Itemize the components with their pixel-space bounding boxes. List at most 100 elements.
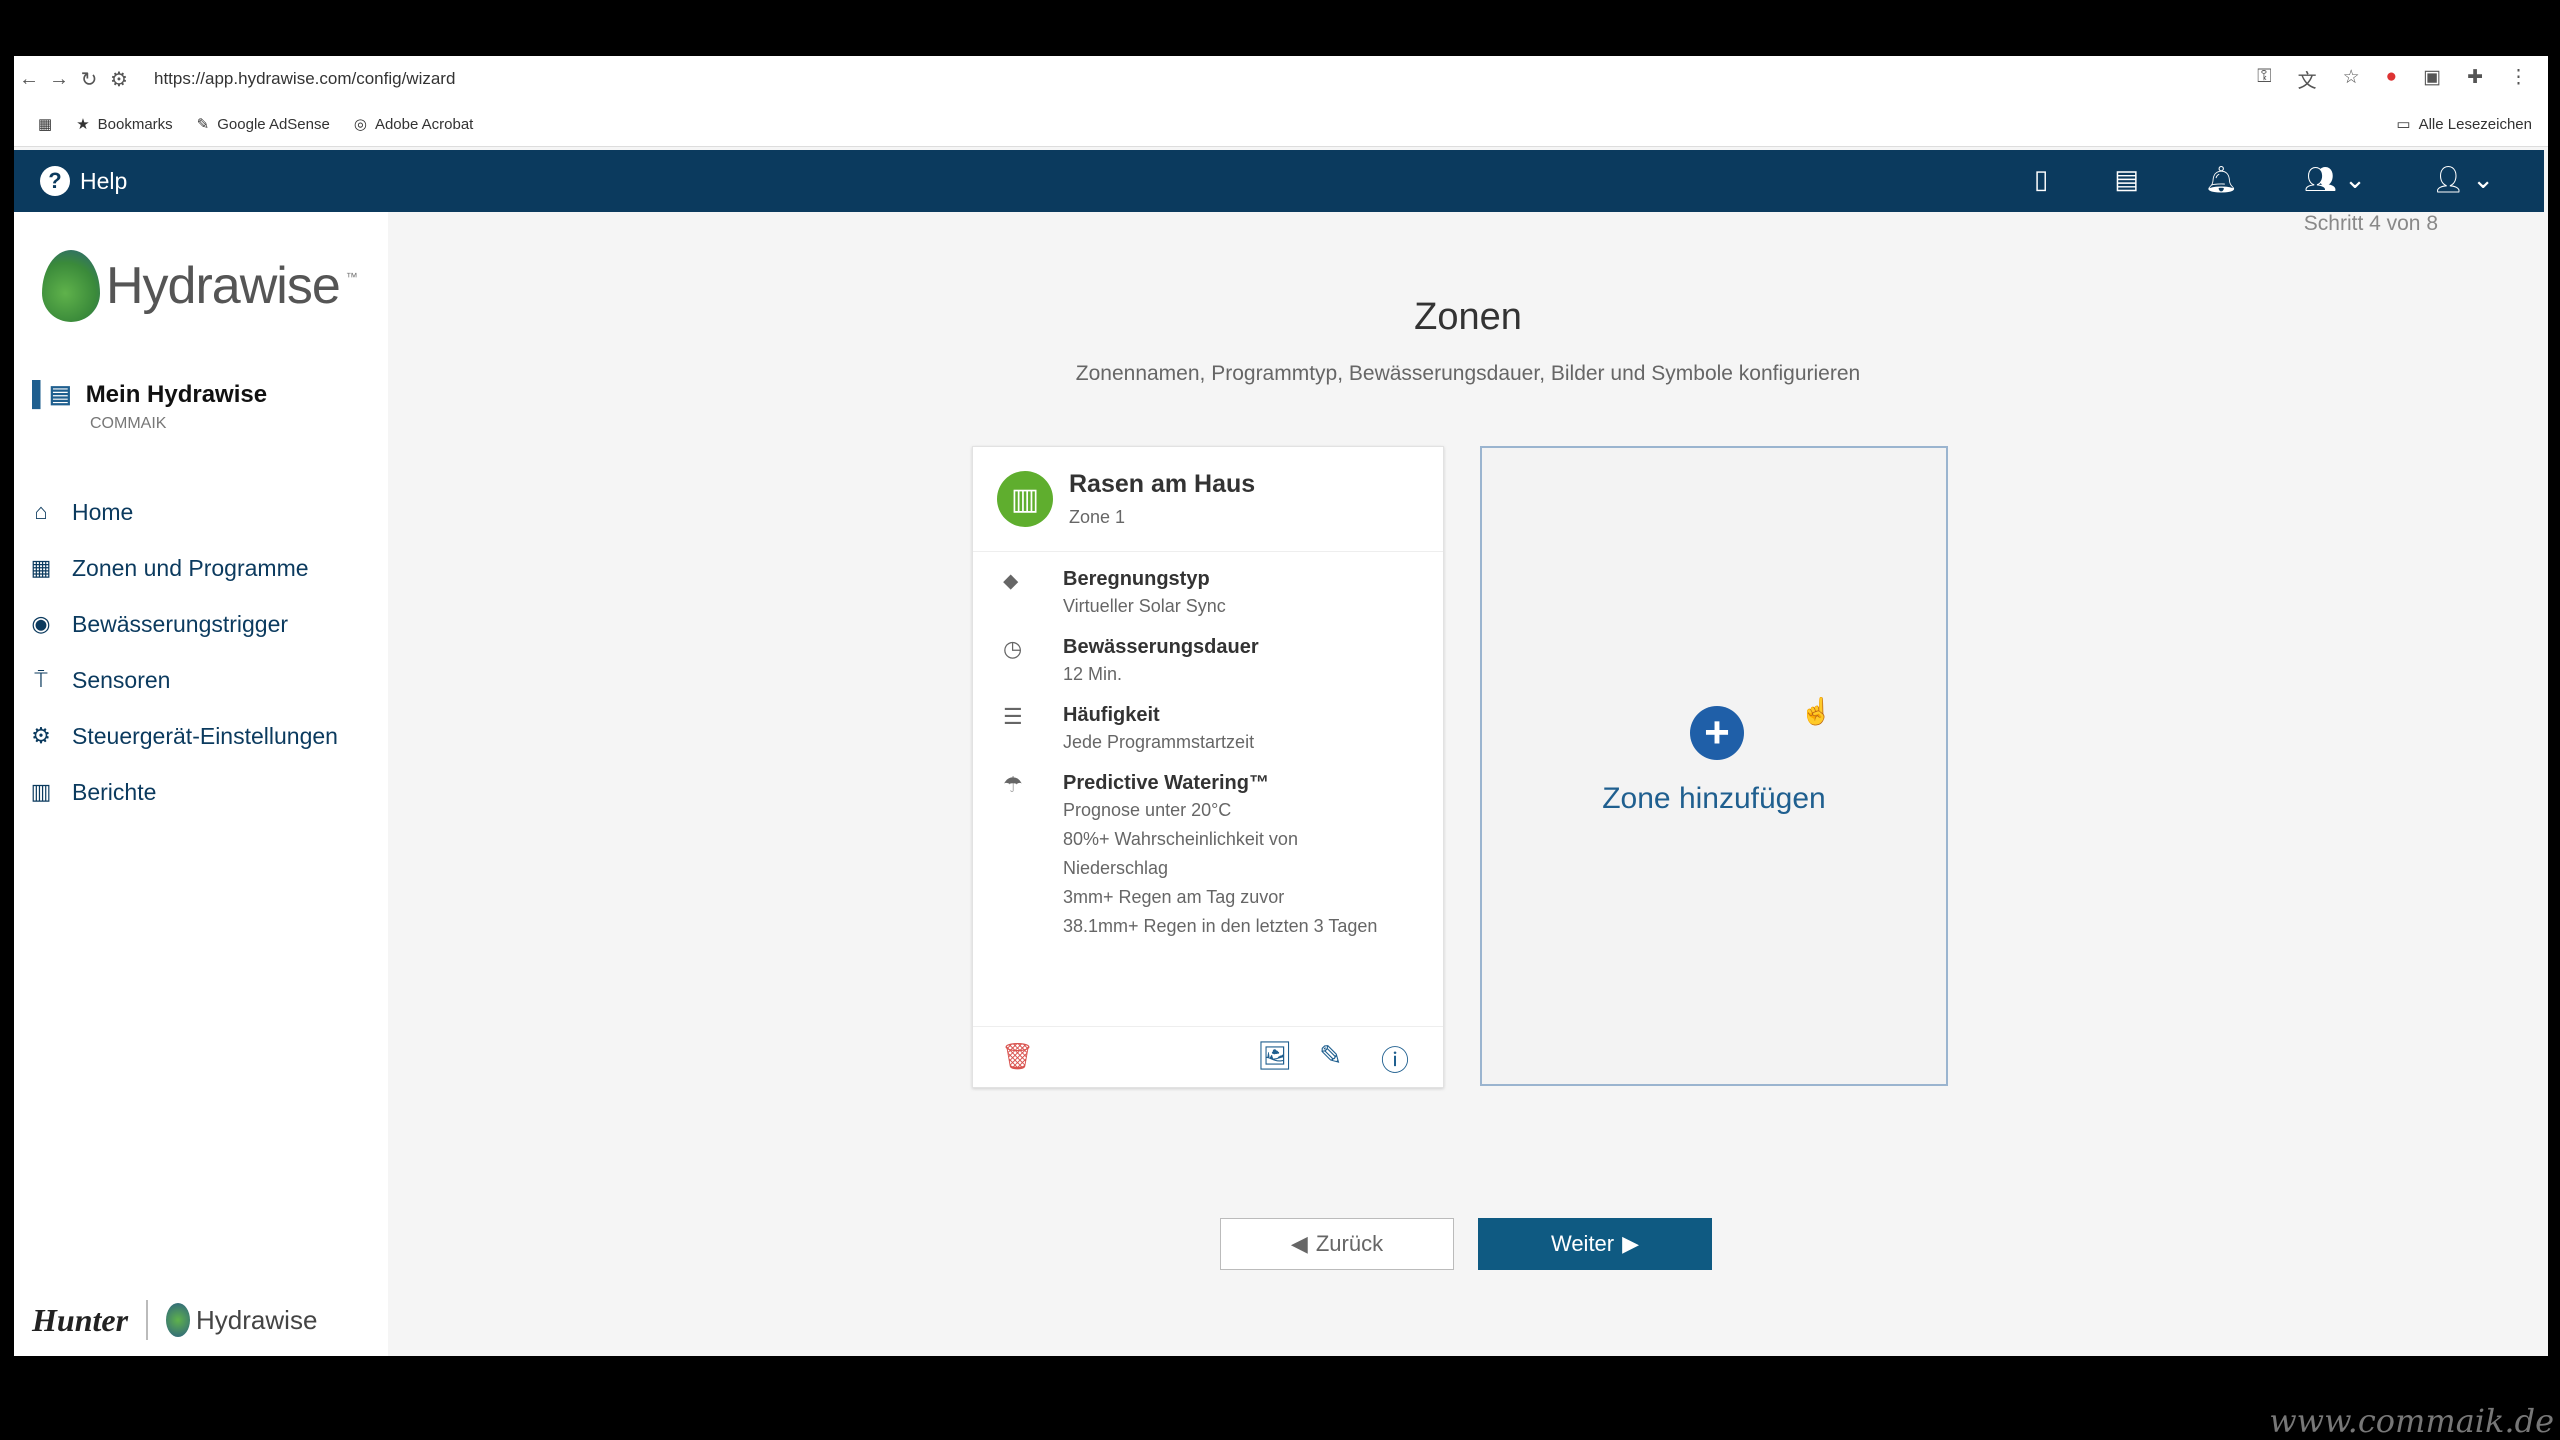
edit-icon[interactable]: ✎ xyxy=(1319,1039,1342,1072)
page-title: Zonen xyxy=(1414,296,1522,338)
app-header: ? Help ▯ ▤ 🔔︎ 👥︎ ⌄ 👤︎ ⌄ xyxy=(14,150,2544,212)
next-button[interactable]: Weiter ▶ xyxy=(1478,1218,1712,1270)
zone-frequency-row: ☰ Häufigkeit Jede Programmstartzeit xyxy=(973,688,1443,756)
bar-chart-icon: ▥ xyxy=(30,779,52,804)
sidebar-item-zones[interactable]: ▦ Zonen und Programme xyxy=(28,540,338,596)
plus-icon[interactable]: + xyxy=(1690,706,1744,760)
translate-icon[interactable]: 文 xyxy=(2298,66,2317,93)
puzzle-icon[interactable]: ✚ xyxy=(2467,66,2483,93)
back-arrow-icon[interactable]: ← xyxy=(14,68,44,91)
sidebar-item-label: Berichte xyxy=(72,778,157,805)
sensor-icon: ⍑ xyxy=(34,667,48,692)
duration-value: 12 Min. xyxy=(1063,664,1123,684)
zone-number: Zone 1 xyxy=(1069,507,1126,527)
apps-grid-icon[interactable]: ▦ xyxy=(38,115,52,133)
frequency-label: Häufigkeit xyxy=(1063,704,1160,726)
add-zone-label[interactable]: Zone hinzufügen xyxy=(1482,782,1946,816)
drop-small-icon xyxy=(166,1303,191,1337)
user-dropdown-icon[interactable]: 👤︎ ⌄ xyxy=(2432,164,2494,195)
chevron-left-icon: ◀ xyxy=(1290,1231,1308,1256)
forward-arrow-icon[interactable]: → xyxy=(44,68,74,91)
zone-card-header: ▥ Rasen am Haus Zone 1 xyxy=(973,447,1443,552)
wizard-step-indicator: Schritt 4 von 8 xyxy=(2303,212,2438,235)
bookmark-label: Adobe Acrobat xyxy=(374,115,474,133)
controller-settings-icon: ⚙ xyxy=(31,723,51,748)
sidebar-item-label: Home xyxy=(72,498,134,525)
bookmark-label: Bookmarks xyxy=(97,115,173,133)
predictive-line: 80%+ Wahrscheinlichkeit von xyxy=(1063,829,1298,849)
watermark: www.commaik.de xyxy=(2269,1402,2554,1440)
zone-card-footer: 🗑︎ 🖼︎ ✎ ⓘ xyxy=(973,1026,1443,1087)
help-link[interactable]: ? Help xyxy=(40,166,127,196)
logo-divider xyxy=(146,1300,149,1340)
hydrawise-logo[interactable]: Hydrawise ™ xyxy=(42,250,358,322)
sidebar-item-sensors[interactable]: ⍑ Sensoren xyxy=(28,652,338,708)
duration-label: Bewässerungsdauer xyxy=(1063,636,1259,658)
reload-icon[interactable]: ↻ xyxy=(74,67,104,92)
adblock-icon[interactable]: ● xyxy=(2386,66,2397,93)
home-icon: ⌂ xyxy=(34,499,48,524)
sidebar-item-triggers[interactable]: ◉ Bewässerungstrigger xyxy=(28,596,338,652)
hydrawise-small-label: Hydrawise xyxy=(196,1304,318,1335)
key-icon[interactable]: ⚿ xyxy=(2257,66,2271,93)
zone-type-row: ⬥ Beregnungstyp Virtueller Solar Sync xyxy=(973,552,1443,620)
sidebar-item-home[interactable]: ⌂ Home xyxy=(28,484,338,540)
extension-icon[interactable]: ▣ xyxy=(2423,66,2441,93)
sidebar-item-reports[interactable]: ▥ Berichte xyxy=(28,764,338,820)
help-label: Help xyxy=(80,167,128,194)
back-label: Zurück xyxy=(1315,1231,1384,1256)
controller-icon[interactable]: ▯ xyxy=(2034,164,2048,195)
url-text[interactable]: https://app.hydrawise.com/config/wizard xyxy=(154,69,455,89)
toggle-icon: ◉ xyxy=(31,611,51,636)
zone-duration-row: ◷ Bewässerungsdauer 12 Min. xyxy=(973,620,1443,688)
help-icon: ? xyxy=(40,166,70,196)
site-settings-icon[interactable]: ⚙ xyxy=(104,67,134,92)
list-icon: ☰ xyxy=(1003,704,1023,729)
sidebar-item-label: Steuergerät-Einstellungen xyxy=(72,722,338,749)
chevron-right-icon: ▶ xyxy=(1622,1231,1640,1256)
bookmark-adsense[interactable]: ✎ Google AdSense xyxy=(197,115,330,134)
predictive-line: Prognose unter 20°C xyxy=(1063,800,1232,820)
predictive-line: 3mm+ Regen am Tag zuvor xyxy=(1063,887,1285,907)
sidebar-item-controller-settings[interactable]: ⚙ Steuergerät-Einstellungen xyxy=(28,708,338,764)
menu-dots-icon[interactable]: ⋮ xyxy=(2509,66,2528,93)
hydrawise-small-logo: Hydrawise xyxy=(166,1303,317,1337)
zone-name: Rasen am Haus xyxy=(1069,470,1256,498)
next-label: Weiter xyxy=(1550,1231,1615,1256)
reports-icon[interactable]: ▤ xyxy=(2114,164,2139,195)
predictive-line: 38.1mm+ Regen in den letzten 3 Tagen xyxy=(1063,916,1378,936)
account-subtitle: COMMAIK xyxy=(90,415,167,432)
clock-icon: ◷ xyxy=(1003,636,1023,661)
footer-logos: Hunter Hydrawise xyxy=(32,1300,317,1340)
trash-icon[interactable]: 🗑︎ xyxy=(1001,1041,1034,1072)
page-subtitle: Zonennamen, Programmtyp, Bewässerungsdau… xyxy=(1075,362,1861,385)
predictive-label: Predictive Watering™ xyxy=(1063,772,1269,794)
add-zone-card[interactable]: + Zone hinzufügen xyxy=(1480,446,1948,1086)
zone-card: ▥ Rasen am Haus Zone 1 ⬥ Beregnungstyp Vi… xyxy=(972,446,1444,1088)
info-icon[interactable]: ⓘ xyxy=(1381,1039,1409,1079)
account-section[interactable]: ▌▤ Mein Hydrawise COMMAIK xyxy=(32,380,267,433)
sidebar-item-label: Bewässerungstrigger xyxy=(72,610,289,637)
umbrella-icon: ☂ xyxy=(1003,772,1023,797)
bookmark-label: Google AdSense xyxy=(217,115,330,133)
all-bookmarks[interactable]: ▭ Alle Lesezeichen xyxy=(2396,115,2532,134)
hunter-logo: Hunter xyxy=(32,1301,129,1338)
users-dropdown-icon[interactable]: 👥︎ ⌄ xyxy=(2304,164,2366,195)
browser-window: ← → ↻ ⚙ https://app.hydrawise.com/config… xyxy=(14,56,2548,1356)
zone-predictive-row: ☂ Predictive Watering™ Prognose unter 20… xyxy=(973,756,1443,940)
back-button[interactable]: ◀ Zurück xyxy=(1220,1218,1454,1270)
hand-cursor-icon: ☝ xyxy=(1800,696,1833,726)
book-icon: ▌▤ xyxy=(32,381,72,408)
star-icon[interactable]: ☆ xyxy=(2343,66,2360,93)
brand-name: Hydrawise xyxy=(106,257,341,315)
bookmark-acrobat[interactable]: ◎ Adobe Acrobat xyxy=(354,115,474,134)
sidebar-menu: ⌂ Home ▦ Zonen und Programme ◉ Bewässerungs… xyxy=(28,484,338,820)
bookmark-bookmarks[interactable]: ★ Bookmarks xyxy=(76,115,173,134)
lawn-icon: ▥ xyxy=(997,471,1053,527)
drop-logo-icon xyxy=(42,250,100,322)
bell-icon[interactable]: 🔔︎ xyxy=(2205,164,2238,195)
add-image-icon[interactable]: 🖼︎ xyxy=(1257,1039,1293,1072)
sidebar-item-label: Zonen und Programme xyxy=(72,554,309,581)
frequency-value: Jede Programmstartzeit xyxy=(1063,732,1255,752)
trademark: ™ xyxy=(345,270,358,284)
